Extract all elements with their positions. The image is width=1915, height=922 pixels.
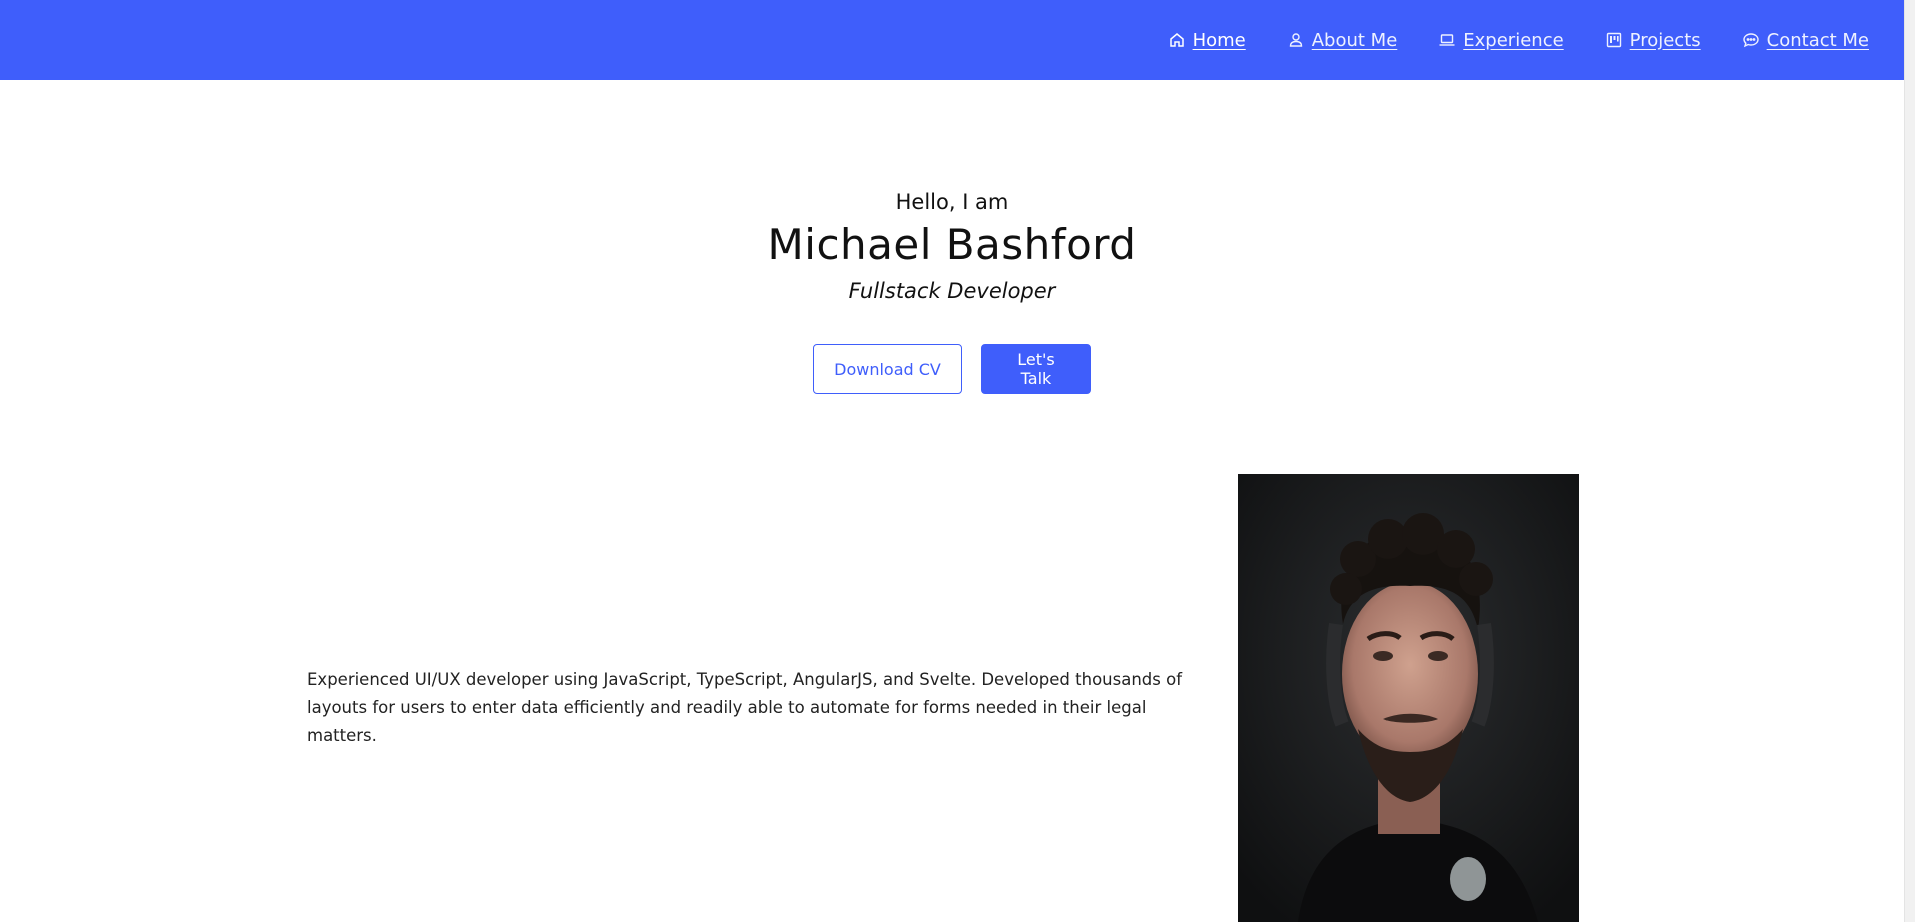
kanban-icon <box>1605 31 1623 49</box>
page-scrollbar[interactable] <box>1904 0 1915 922</box>
nav-link-projects[interactable]: Projects <box>1605 30 1701 51</box>
nav-link-contact-me[interactable]: Contact Me <box>1742 30 1869 51</box>
nav-link-label: About Me <box>1311 29 1398 51</box>
nav-link-label: Projects <box>1629 29 1701 51</box>
nav-link-about-me[interactable]: About Me <box>1287 29 1398 51</box>
lets-talk-button[interactable]: Let's Talk <box>981 344 1091 394</box>
page: Home About Me Experience Projects Contac… <box>0 0 1915 922</box>
laptop-icon <box>1438 31 1456 49</box>
about-bio: Experienced UI/UX developer using JavaSc… <box>307 670 1183 745</box>
chat-icon <box>1742 31 1760 49</box>
nav-link-label: Home <box>1192 29 1246 51</box>
nav-link-label: Contact Me <box>1766 29 1869 51</box>
nav-link-experience[interactable]: Experience <box>1438 29 1564 51</box>
user-icon <box>1287 31 1305 49</box>
hero-actions: Download CV Let's Talk <box>0 344 1904 394</box>
profile-photo <box>1238 474 1579 922</box>
hero-name: Michael Bashford <box>767 220 1137 269</box>
download-cv-button[interactable]: Download CV <box>813 344 962 394</box>
hero-greeting: Hello, I am <box>895 190 1009 214</box>
main-nav: Home About Me Experience Projects Contac… <box>1168 0 1869 80</box>
nav-link-label: Experience <box>1463 29 1564 51</box>
top-navbar: Home About Me Experience Projects Contac… <box>0 0 1915 80</box>
nav-link-home[interactable]: Home <box>1168 30 1246 51</box>
home-icon <box>1168 31 1186 49</box>
hero-role: Fullstack Developer <box>848 279 1056 303</box>
